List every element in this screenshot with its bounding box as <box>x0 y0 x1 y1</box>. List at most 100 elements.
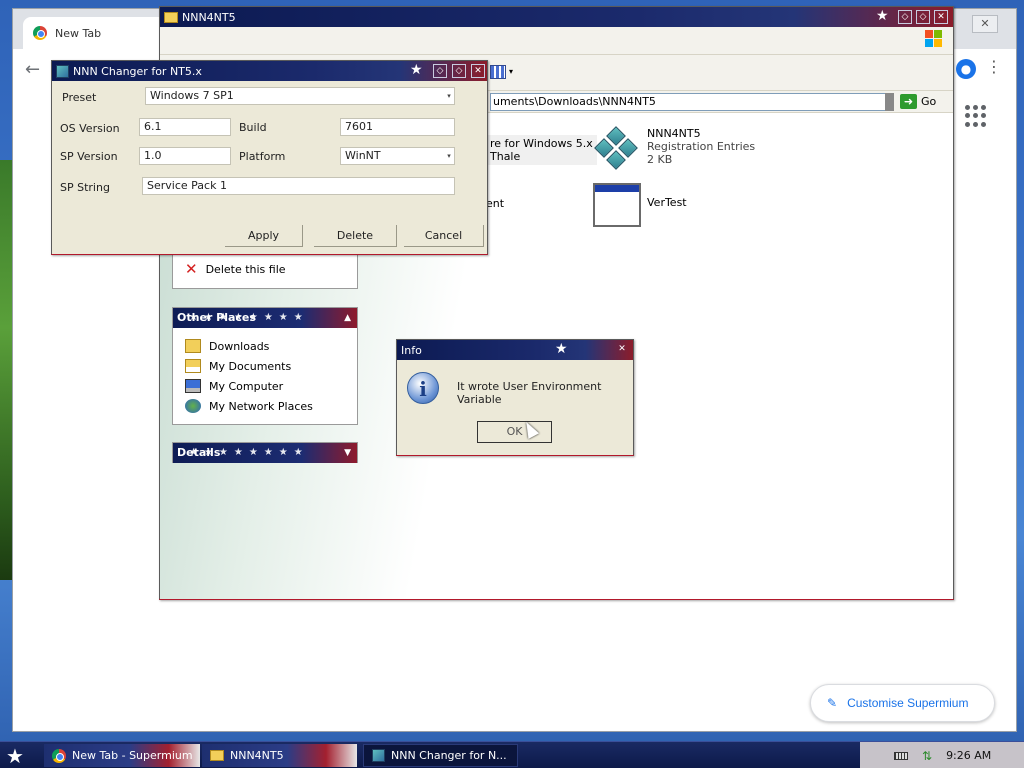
sp-string-label: SP String <box>60 181 110 194</box>
views-dropdown-icon[interactable]: ▾ <box>509 67 513 76</box>
application-window-icon <box>593 183 641 227</box>
partial-file-item-2[interactable]: ent <box>486 197 504 210</box>
taskbar-item-explorer[interactable]: NNN4NT5 <box>202 744 357 767</box>
place-my-network-places[interactable]: My Network Places <box>173 396 357 416</box>
file-item-nnn4nt5-reg[interactable]: NNN4NT5 Registration Entries 2 KB <box>593 123 755 171</box>
views-icon[interactable] <box>490 65 506 79</box>
my-documents-icon <box>185 359 201 373</box>
apps-grid-icon[interactable] <box>965 105 987 127</box>
other-places-pane: ★★★★★★★★ Other Places ▲ Downloads My Doc… <box>172 307 358 425</box>
browser-menu-icon[interactable]: ⋮ <box>986 57 1002 76</box>
taskbar: ★ New Tab - Supermium NNN4NT5 NNN Change… <box>0 741 1024 768</box>
cancel-button[interactable]: Cancel <box>404 225 484 247</box>
info-dialog: Info ★ ✕ i It wrote User Environment Var… <box>396 339 634 456</box>
start-button[interactable]: ★ <box>6 744 34 768</box>
go-arrow-icon: ➜ <box>900 94 917 109</box>
back-arrow-icon[interactable]: ← <box>25 59 40 80</box>
file-item-vertest[interactable]: VerTest <box>593 183 687 227</box>
place-my-computer[interactable]: My Computer <box>173 376 357 396</box>
explorer-title: NNN4NT5 <box>182 10 236 24</box>
changer-body: Preset Windows 7 SP1 ▾ OS Version 6.1 Bu… <box>52 81 487 254</box>
delete-x-icon: ✕ <box>185 260 198 278</box>
os-version-label: OS Version <box>60 122 120 135</box>
platform-select[interactable]: WinNT ▾ <box>340 147 455 165</box>
apply-button[interactable]: Apply <box>225 225 303 247</box>
clock[interactable]: 9:26 AM <box>946 749 991 762</box>
keyboard-icon[interactable] <box>894 751 908 760</box>
info-body: i It wrote User Environment Variable OK <box>397 360 633 455</box>
star-icon: ★ <box>876 8 889 24</box>
taskbar-item-browser[interactable]: New Tab - Supermium <box>44 744 200 767</box>
changer-titlebar[interactable]: NNN Changer for NT5.x ★ ◇ ◇ ✕ <box>52 61 487 81</box>
partial-file-item[interactable]: re for Windows 5.x Thale <box>486 135 597 165</box>
preset-label: Preset <box>62 91 97 104</box>
windows-logo-icon <box>925 30 943 48</box>
app-icon <box>56 64 69 78</box>
info-title: Info <box>401 343 422 357</box>
minimize-button[interactable]: ◇ <box>898 10 912 24</box>
file-name: NNN4NT5 <box>647 127 701 140</box>
network-icon[interactable]: ⇅ <box>922 749 932 763</box>
build-field[interactable]: 7601 <box>340 118 455 136</box>
browser-close-button[interactable]: ✕ <box>972 15 998 33</box>
folder-title-icon <box>164 11 178 23</box>
file-name: VerTest <box>647 196 687 209</box>
os-version-field[interactable]: 6.1 <box>139 118 231 136</box>
chromium-icon <box>33 26 47 40</box>
maximize-button[interactable]: ◇ <box>452 64 466 78</box>
expand-chevron-icon[interactable]: ▼ <box>344 443 351 463</box>
file-size: 2 KB <box>647 153 673 166</box>
network-places-icon <box>185 399 201 413</box>
system-tray: ⇅ 9:26 AM <box>860 742 1024 768</box>
details-header[interactable]: ★★★★★★★★ Details ▼ <box>173 443 357 463</box>
platform-label: Platform <box>239 150 286 163</box>
details-pane: ★★★★★★★★ Details ▼ <box>172 442 358 463</box>
folder-icon <box>210 750 224 761</box>
taskbar-item-changer[interactable]: NNN Changer for N... <box>363 744 518 767</box>
file-type: Registration Entries <box>647 140 756 153</box>
maximize-button[interactable]: ◇ <box>916 10 930 24</box>
folder-icon <box>185 339 201 353</box>
preset-select[interactable]: Windows 7 SP1 ▾ <box>145 87 455 105</box>
chevron-down-icon: ▾ <box>447 152 451 160</box>
place-my-documents[interactable]: My Documents <box>173 356 357 376</box>
browser-tab-title: New Tab <box>55 26 102 40</box>
close-button[interactable]: ✕ <box>471 64 485 78</box>
chevron-down-icon: ▾ <box>447 92 451 100</box>
pencil-icon: ✎ <box>827 696 838 710</box>
chromium-icon <box>52 748 66 763</box>
build-label: Build <box>239 121 267 134</box>
sp-version-field[interactable]: 1.0 <box>139 147 231 165</box>
address-input[interactable]: uments\Downloads\NNN4NT5 <box>490 93 894 111</box>
star-icon: ★ <box>410 62 423 78</box>
info-titlebar[interactable]: Info ★ ✕ <box>397 340 633 360</box>
ok-button[interactable]: OK <box>477 421 552 443</box>
customise-label: Customise Supermium <box>847 696 969 710</box>
explorer-titlebar[interactable]: NNN4NT5 ★ ◇ ◇ ✕ <box>160 7 953 27</box>
star-icon: ★ <box>555 341 568 357</box>
sp-string-field[interactable]: Service Pack 1 <box>142 177 455 195</box>
registry-icon <box>593 123 641 171</box>
explorer-menubar <box>160 27 953 55</box>
address-dropdown-button[interactable] <box>885 93 894 111</box>
minimize-button[interactable]: ◇ <box>433 64 447 78</box>
profile-avatar-icon[interactable]: ● <box>956 59 976 79</box>
sp-version-label: SP Version <box>60 150 118 163</box>
my-computer-icon <box>185 379 201 393</box>
other-places-header[interactable]: ★★★★★★★★ Other Places ▲ <box>173 308 357 328</box>
go-button[interactable]: ➜ Go <box>900 94 936 109</box>
changer-title: NNN Changer for NT5.x <box>73 64 202 78</box>
go-label: Go <box>921 95 937 108</box>
customise-supermium-button[interactable]: ✎ Customise Supermium <box>810 684 995 722</box>
app-icon <box>372 749 385 762</box>
desktop-wallpaper-edge <box>0 160 12 580</box>
information-icon: i <box>407 372 439 404</box>
delete-button[interactable]: Delete <box>314 225 397 247</box>
browser-tab-new-tab[interactable]: New Tab <box>23 17 173 49</box>
collapse-chevron-icon[interactable]: ▲ <box>344 308 351 328</box>
close-button[interactable]: ✕ <box>615 343 629 357</box>
nnn-changer-window: NNN Changer for NT5.x ★ ◇ ◇ ✕ Preset Win… <box>51 60 488 255</box>
close-button[interactable]: ✕ <box>934 10 948 24</box>
delete-this-file-link[interactable]: ✕ Delete this file <box>173 259 357 279</box>
place-downloads[interactable]: Downloads <box>173 336 357 356</box>
